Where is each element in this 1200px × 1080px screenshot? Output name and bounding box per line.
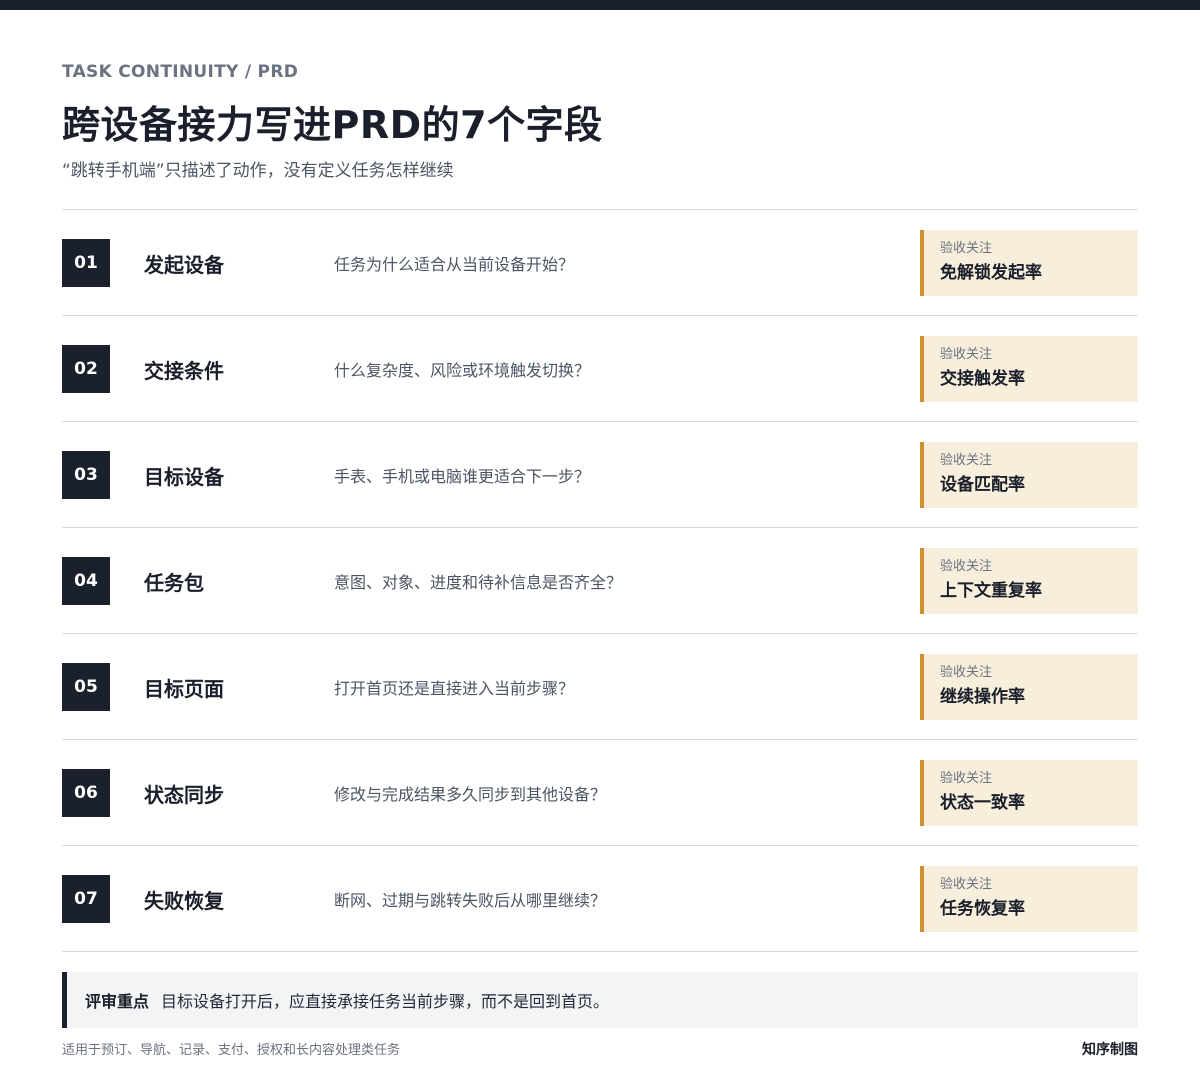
field-name: 交接条件 [144,358,224,383]
metric-value: 状态一致率 [940,793,1025,813]
field-row: 06 状态同步 修改与完成结果多久同步到其他设备？ 验收关注 状态一致率 [62,740,1138,846]
field-row: 04 任务包 意图、对象、进度和待补信息是否齐全？ 验收关注 上下文重复率 [62,528,1138,634]
page-subtitle: “跳转手机端”只描述了动作，没有定义任务怎样继续 [62,161,454,181]
field-row: 07 失败恢复 断网、过期与跳转失败后从哪里继续？ 验收关注 任务恢复率 [62,846,1138,952]
field-row: 02 交接条件 什么复杂度、风险或环境触发切换？ 验收关注 交接触发率 [62,316,1138,422]
top-accent-bar [0,0,1200,10]
acceptance-metric-card: 验收关注 设备匹配率 [920,442,1138,508]
field-question: 任务为什么适合从当前设备开始？ [334,255,575,274]
metric-value: 免解锁发起率 [940,263,1042,283]
field-name: 目标设备 [144,464,224,489]
metric-label: 验收关注 [940,877,993,892]
metric-label: 验收关注 [940,453,993,468]
row-number-badge: 01 [62,239,110,287]
acceptance-metric-card: 验收关注 状态一致率 [920,760,1138,826]
metric-value: 任务恢复率 [940,899,1025,919]
metric-label: 验收关注 [940,241,993,256]
kicker: TASK CONTINUITY / PRD [62,62,299,82]
field-question: 断网、过期与跳转失败后从哪里继续？ [334,891,607,910]
row-number-badge: 04 [62,557,110,605]
field-row: 05 目标页面 打开首页还是直接进入当前步骤？ 验收关注 继续操作率 [62,634,1138,740]
metric-value: 设备匹配率 [940,475,1025,495]
field-list: 01 发起设备 任务为什么适合从当前设备开始？ 验收关注 免解锁发起率 02 交… [62,209,1138,952]
acceptance-metric-card: 验收关注 免解锁发起率 [920,230,1138,296]
field-name: 发起设备 [144,252,224,277]
acceptance-metric-card: 验收关注 任务恢复率 [920,866,1138,932]
metric-value: 继续操作率 [940,687,1025,707]
metric-value: 上下文重复率 [940,581,1042,601]
field-name: 目标页面 [144,676,224,701]
metric-value: 交接触发率 [940,369,1025,389]
metric-label: 验收关注 [940,771,993,786]
page-title: 跨设备接力写进PRD的7个字段 [62,103,603,147]
row-number-badge: 02 [62,345,110,393]
callout-text: 目标设备打开后，应直接承接任务当前步骤，而不是回到首页。 [161,992,610,1011]
metric-label: 验收关注 [940,559,993,574]
field-row: 03 目标设备 手表、手机或电脑谁更适合下一步？ 验收关注 设备匹配率 [62,422,1138,528]
field-name: 状态同步 [144,782,224,807]
field-question: 什么复杂度、风险或环境触发切换？ [334,361,591,380]
metric-label: 验收关注 [940,665,993,680]
row-number-badge: 03 [62,451,110,499]
row-number-badge: 05 [62,663,110,711]
acceptance-metric-card: 验收关注 继续操作率 [920,654,1138,720]
metric-label: 验收关注 [940,347,993,362]
row-number-badge: 07 [62,875,110,923]
field-question: 打开首页还是直接进入当前步骤？ [334,679,575,698]
field-name: 失败恢复 [144,888,224,913]
row-number-badge: 06 [62,769,110,817]
field-question: 修改与完成结果多久同步到其他设备？ [334,785,607,804]
review-focus-callout: 评审重点 目标设备打开后，应直接承接任务当前步骤，而不是回到首页。 [62,972,1138,1028]
footer-credit: 知序制图 [1082,1042,1138,1058]
field-row: 01 发起设备 任务为什么适合从当前设备开始？ 验收关注 免解锁发起率 [62,210,1138,316]
footer-scope-note: 适用于预订、导航、记录、支付、授权和长内容处理类任务 [62,1043,401,1058]
field-name: 任务包 [144,570,204,595]
field-question: 手表、手机或电脑谁更适合下一步？ [334,467,591,486]
field-question: 意图、对象、进度和待补信息是否齐全？ [334,573,623,592]
acceptance-metric-card: 验收关注 上下文重复率 [920,548,1138,614]
callout-label: 评审重点 [85,992,150,1011]
acceptance-metric-card: 验收关注 交接触发率 [920,336,1138,402]
